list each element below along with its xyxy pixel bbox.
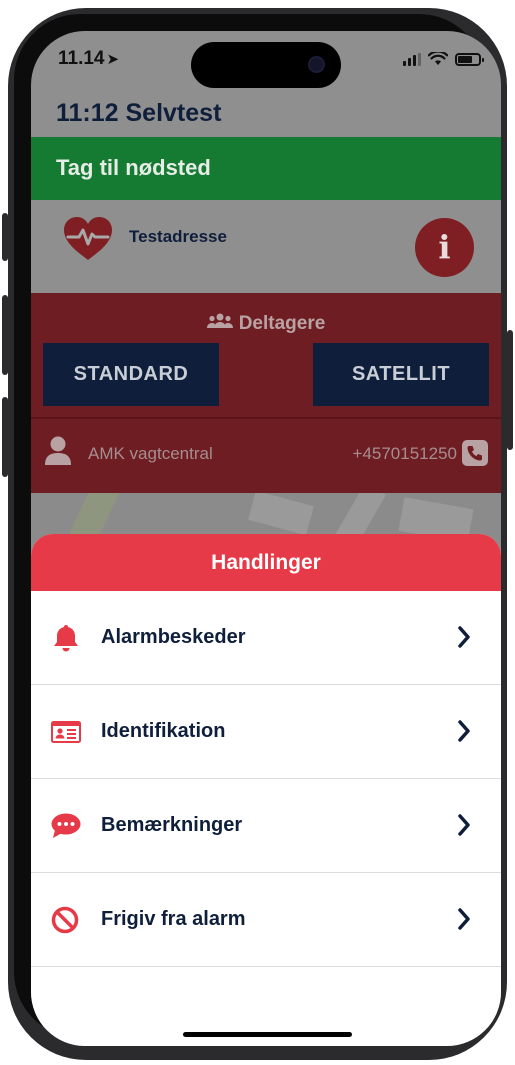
page-title: 11:12 Selvtest [56, 99, 222, 127]
participants-title: Deltagere [238, 313, 326, 334]
menu-item-bemaerkninger[interactable]: Bemærkninger [31, 779, 501, 873]
divider [31, 417, 501, 419]
phone-icon[interactable] [462, 440, 488, 466]
location-arrow-icon: ➤ [106, 51, 120, 68]
menu-item-frigiv-fra-alarm[interactable]: Frigiv fra alarm [31, 873, 501, 967]
actions-sheet: Handlinger Alarmbeskeder Identifikation [31, 534, 501, 1046]
bell-icon [54, 625, 78, 652]
signal-icon [403, 52, 421, 66]
status-icons [403, 52, 484, 66]
ban-icon [51, 906, 79, 934]
menu-item-alarmbeskeder[interactable]: Alarmbeskeder [31, 591, 501, 685]
menu-item-label: Alarmbeskeder [101, 626, 246, 648]
user-icon [45, 436, 71, 465]
volume-up-button [2, 295, 8, 375]
chevron-right-icon [458, 908, 470, 930]
wifi-icon [428, 52, 448, 65]
dynamic-island [191, 42, 341, 88]
camera-icon [308, 56, 325, 73]
volume-down-button [2, 397, 8, 477]
standard-map-button[interactable]: STANDARD [43, 343, 219, 406]
contact-phone[interactable]: +4570151250 [353, 444, 457, 464]
id-card-icon [51, 721, 81, 743]
info-button[interactable]: i [415, 218, 474, 277]
screen: 11.14 ➤ 11:12 Selvtest Tag til nødsted Te… [31, 31, 501, 1046]
chevron-right-icon [458, 814, 470, 836]
satellite-map-button[interactable]: SATELLIT [313, 343, 489, 406]
action-banner-label: Tag til nødsted [56, 155, 211, 180]
menu-item-label: Identifikation [101, 720, 226, 742]
menu-item-label: Frigiv fra alarm [101, 908, 246, 930]
group-icon [206, 313, 233, 334]
action-button [2, 213, 8, 261]
participants-panel: Deltagere STANDARD SATELLIT AMK vagtcent… [31, 293, 501, 493]
menu-item-label: Bemærkninger [101, 814, 243, 836]
heartbeat-icon [64, 217, 112, 260]
status-time: 11.14 ➤ [58, 48, 119, 70]
battery-icon [455, 52, 484, 66]
contact-name: AMK vagtcentral [88, 444, 213, 463]
status-bar: 11.14 ➤ [31, 31, 501, 93]
participants-header: Deltagere [31, 313, 501, 335]
status-time-text: 11.14 [58, 48, 105, 69]
sheet-title: Handlinger [31, 534, 501, 591]
chevron-right-icon [458, 720, 470, 742]
menu-item-identifikation[interactable]: Identifikation [31, 685, 501, 779]
map-road [248, 493, 314, 536]
address-row: Testadresse i [31, 200, 501, 293]
comment-icon [51, 813, 81, 838]
chevron-right-icon [458, 626, 470, 648]
action-banner[interactable]: Tag til nødsted [31, 137, 501, 200]
address-label: Testadresse [129, 227, 227, 246]
power-button [507, 330, 513, 450]
home-indicator[interactable] [183, 1032, 352, 1037]
